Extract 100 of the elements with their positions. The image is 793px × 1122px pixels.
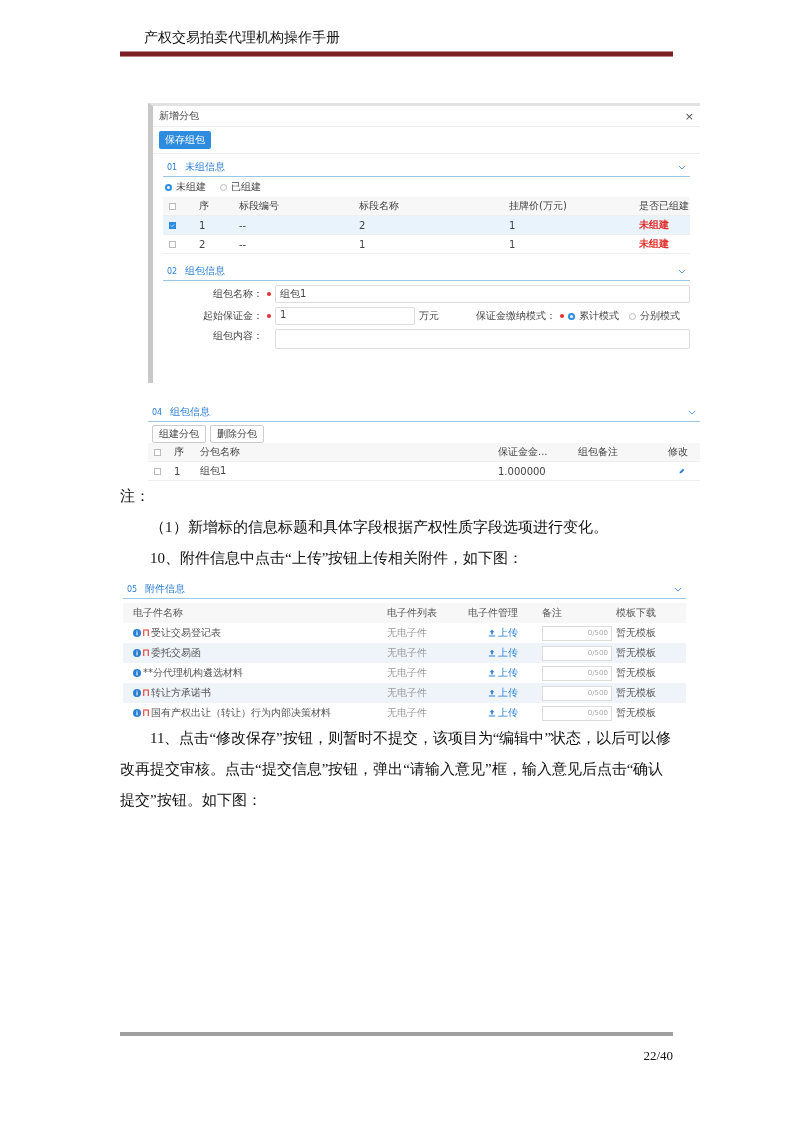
table-cell-text: 暂无模板: [616, 646, 657, 660]
upload-icon: [488, 689, 496, 697]
edit-icon[interactable]: [677, 467, 685, 475]
table-cell-text: 组包1: [200, 464, 228, 478]
table-cell-text: 1: [174, 465, 182, 477]
radio-option[interactable]: 累计模式: [568, 309, 619, 323]
table-cell-text: 无电子件: [387, 686, 428, 700]
table-cell-text: 无电子件: [387, 666, 428, 680]
section-number: 05: [127, 584, 138, 594]
column-header: 组包备注: [578, 445, 619, 459]
paragraph: 注：: [120, 487, 151, 506]
chevron-icon[interactable]: [678, 268, 686, 274]
toolbar-button[interactable]: 删除分包: [210, 425, 264, 443]
close-button[interactable]: ×: [684, 109, 694, 123]
unit-label: 万元: [419, 309, 439, 323]
info-icon: [133, 669, 141, 677]
header-title: 产权交易拍卖代理机构操作手册: [144, 30, 340, 45]
save-button[interactable]: 保存组包: [159, 131, 211, 149]
chevron-icon[interactable]: [678, 164, 686, 170]
column-header: 电子件列表: [387, 606, 438, 620]
section-title: 组包信息: [185, 264, 226, 278]
table-cell: 国有产权出让（转让）行为内部决策材料: [151, 706, 331, 720]
table-cell-text: 暂无模板: [616, 666, 657, 680]
upload-button[interactable]: 上传: [488, 686, 518, 700]
field-label: 组包内容：: [212, 329, 263, 343]
upload-button[interactable]: 上传: [488, 626, 518, 640]
table-cell-text: 2: [359, 219, 367, 231]
table-cell-text: 1: [509, 238, 517, 250]
section-number: 04: [152, 407, 163, 417]
section-number: 02: [167, 266, 178, 276]
checkbox[interactable]: [154, 467, 161, 475]
name-field[interactable]: 组包1: [275, 285, 690, 303]
table-cell: 委托交易函: [151, 646, 201, 660]
column-header: 模板下载: [616, 606, 657, 620]
table-cell-text: 1.000000: [498, 465, 547, 477]
table-cell-text: 1: [509, 219, 517, 231]
radio-option[interactable]: 未组建: [165, 180, 206, 194]
table-cell-text: 暂无模板: [616, 626, 657, 640]
table-cell-text: --: [239, 238, 248, 250]
table-cell-text: 2: [199, 238, 207, 250]
radio-option[interactable]: 分别模式: [629, 309, 680, 323]
table-row[interactable]: 2 -- 1 1 未组建: [163, 235, 690, 254]
upload-icon: [488, 709, 496, 717]
section-title: 组包信息: [170, 405, 211, 419]
toolbar-button[interactable]: 组建分包: [152, 425, 206, 443]
upload-icon: [488, 649, 496, 657]
table-cell-text: 无电子件: [387, 646, 428, 660]
chevron-icon[interactable]: [674, 586, 682, 592]
table-row[interactable]: 1 -- 2 1 未组建: [163, 216, 690, 235]
page-number: 22/40: [643, 1048, 673, 1064]
field-label: 起始保证金：: [202, 309, 263, 323]
column-header: 修改: [668, 445, 689, 459]
chevron-icon[interactable]: [688, 409, 696, 415]
paragraph: （1）新增标的信息标题和具体字段根据产权性质字段选项进行变化。: [149, 518, 609, 537]
field-label: 组包名称：: [212, 287, 263, 301]
info-icon: [133, 709, 141, 717]
content-field[interactable]: [275, 329, 690, 349]
table-cell-text: 1: [199, 219, 207, 231]
column-header: 是否已组建: [639, 199, 689, 213]
column-header: 备注: [542, 606, 563, 620]
info-icon: [133, 689, 141, 697]
table-cell-text: 暂无模板: [616, 706, 657, 720]
deposit-field[interactable]: 1: [275, 307, 415, 325]
section-number: 01: [167, 162, 178, 172]
checkbox[interactable]: [169, 202, 176, 210]
column-header: 电子件管理: [468, 606, 519, 620]
checkbox[interactable]: [169, 221, 176, 229]
dialog-title: 新增分包: [159, 109, 199, 123]
column-header: 挂牌价(万元): [509, 199, 568, 213]
info-icon: [133, 629, 141, 637]
section-title: 附件信息: [145, 582, 186, 596]
paragraph: 10、附件信息中点击“上传”按钮上传相关附件，如下图：: [149, 549, 525, 568]
column-header: 序: [174, 445, 185, 459]
column-header: 序: [199, 199, 210, 213]
upload-button[interactable]: 上传: [488, 706, 518, 720]
upload-button[interactable]: 上传: [488, 666, 518, 680]
section-title: 未组信息: [185, 160, 226, 174]
checkbox[interactable]: [169, 240, 176, 248]
table-cell: 受让交易登记表: [151, 626, 221, 640]
column-header: 分包名称: [200, 445, 241, 459]
table-cell-text: 未组建: [639, 218, 670, 232]
table-cell-text: --: [239, 219, 248, 231]
column-header: 标段编号: [239, 199, 280, 213]
table-cell-text: 无电子件: [387, 706, 428, 720]
table-cell-text: 暂无模板: [616, 686, 657, 700]
upload-button[interactable]: 上传: [488, 646, 518, 660]
table-cell-text: 无电子件: [387, 626, 428, 640]
required-icon: [560, 314, 564, 318]
field-label: 保证金缴纳模式：: [476, 309, 556, 323]
checkbox[interactable]: [154, 448, 161, 456]
info-icon: [133, 649, 141, 657]
table-cell: 转让方承诺书: [151, 686, 211, 700]
table-cell-text: 未组建: [639, 237, 670, 251]
required-icon: [267, 292, 271, 296]
table-cell-text: 1: [359, 238, 367, 250]
column-header: 标段名称: [359, 199, 400, 213]
required-icon: [267, 314, 271, 318]
upload-icon: [488, 629, 496, 637]
column-header: 保证金金...: [498, 445, 549, 459]
radio-option[interactable]: 已组建: [220, 180, 261, 194]
